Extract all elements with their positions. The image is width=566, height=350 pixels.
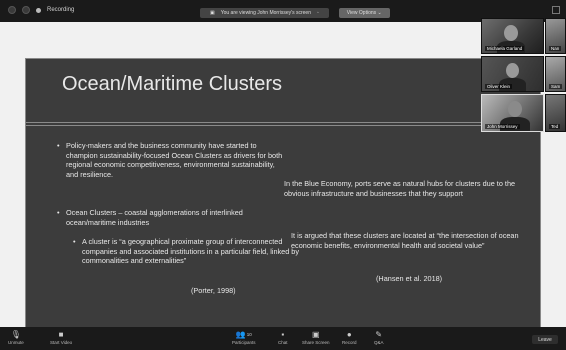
share-screen-icon: ▣ [311,329,320,339]
record-label: Record [342,340,357,345]
recording-label: Recording [47,7,75,13]
video-tile[interactable]: Oliver Klein [481,56,544,92]
participant-name: John Morrissey [485,124,520,129]
view-options-button[interactable]: View Options ⌄ [338,8,390,18]
qa-icon: ✎ [375,329,383,339]
qa-button[interactable]: ✎ Q&A [374,329,384,346]
bullet-item: • Policy-makers and the business communi… [57,141,286,180]
start-video-button[interactable]: ■ Start Video [50,329,73,346]
chat-bubble-icon: ▪ [281,329,285,339]
participant-name: Oliver Klein [485,84,513,89]
info-icon[interactable] [8,6,16,14]
participants-icon: 👥 10 [235,329,252,339]
participant-avatar [508,101,522,117]
blue-economy-paragraph: In the Blue Economy, ports serve as natu… [284,179,516,198]
participant-name: Michaela Garland [485,46,525,51]
title-divider [26,125,540,126]
video-tile[interactable]: Michaela Garland [481,18,544,54]
active-speaker-video-tile[interactable]: John Morrissey [481,94,544,132]
participant-name: Sam [549,84,563,89]
bullet-marker: • [57,208,60,217]
presentation-slide: Ocean/Maritime Clusters • Policy-makers … [25,58,541,336]
share-notice-text: You are viewing John Morrissey's screen [220,10,311,16]
view-options-label: View Options [346,10,377,16]
citation-hansen: (Hansen et al. 2018) [376,274,443,283]
recording-dot-icon [36,7,41,13]
video-tile[interactable]: Nan [545,18,566,54]
meeting-status: Recording [8,6,74,14]
participant-avatar [504,25,518,41]
unmute-button[interactable]: 🎙 Unmute [8,329,24,346]
security-shield-icon[interactable] [22,6,30,14]
participants-button[interactable]: 👥 10 Participants [232,329,256,346]
share-screen-label: Share Screen [302,340,330,345]
video-tile[interactable]: Ted [545,94,566,132]
participant-avatar [506,63,519,78]
bullet-text: Ocean Clusters – coastal agglomerations … [66,208,243,227]
screen-share-icon: ▣ [210,10,215,16]
bullet-item: • Ocean Clusters – coastal agglomeration… [57,208,286,227]
citation-porter: (Porter, 1998) [191,286,236,295]
participant-name: Nan [549,46,562,51]
meeting-toolbar: 🎙 Unmute ■ Start Video 👥 10 Participants … [0,327,566,350]
fullscreen-icon[interactable] [552,6,560,14]
chat-label: Chat [278,340,288,345]
chevron-down-icon: ⌄ [376,10,382,16]
intersection-paragraph: It is argued that these clusters are loc… [291,231,519,250]
video-tile[interactable]: Sam [545,56,566,92]
chat-button[interactable]: ▪ Chat [278,329,288,346]
share-notice-pill: ▣ You are viewing John Morrissey's scree… [200,8,329,18]
sub-bullet-text: A cluster is “a geographical proximate g… [82,237,300,266]
unmute-label: Unmute [8,340,24,345]
leave-button[interactable]: Leave [532,335,558,344]
screen-share-banner: ▣ You are viewing John Morrissey's scree… [200,8,390,18]
record-icon: ● [346,329,352,339]
bullet-marker: • [73,237,76,246]
slide-title: Ocean/Maritime Clusters [62,73,283,95]
record-button[interactable]: ● Record [342,329,357,346]
bullet-marker: • [57,141,60,150]
participant-video-panel: Michaela Garland Nan Oliver Klein Sam Jo… [481,18,566,136]
sub-bullet-item: • A cluster is “a geographical proximate… [73,237,302,266]
participants-label: Participants [232,340,256,345]
title-divider [26,122,540,123]
participant-name: Ted [549,124,561,129]
start-video-label: Start Video [50,340,73,345]
share-screen-button[interactable]: ▣ Share Screen [302,329,330,346]
qa-label: Q&A [374,340,384,345]
shield-icon: ◦ [317,10,319,16]
video-camera-icon: ■ [58,329,64,339]
participants-count: 10 [246,331,252,337]
microphone-icon: 🎙 [10,329,21,339]
bullet-text: Policy-makers and the business community… [66,141,283,180]
